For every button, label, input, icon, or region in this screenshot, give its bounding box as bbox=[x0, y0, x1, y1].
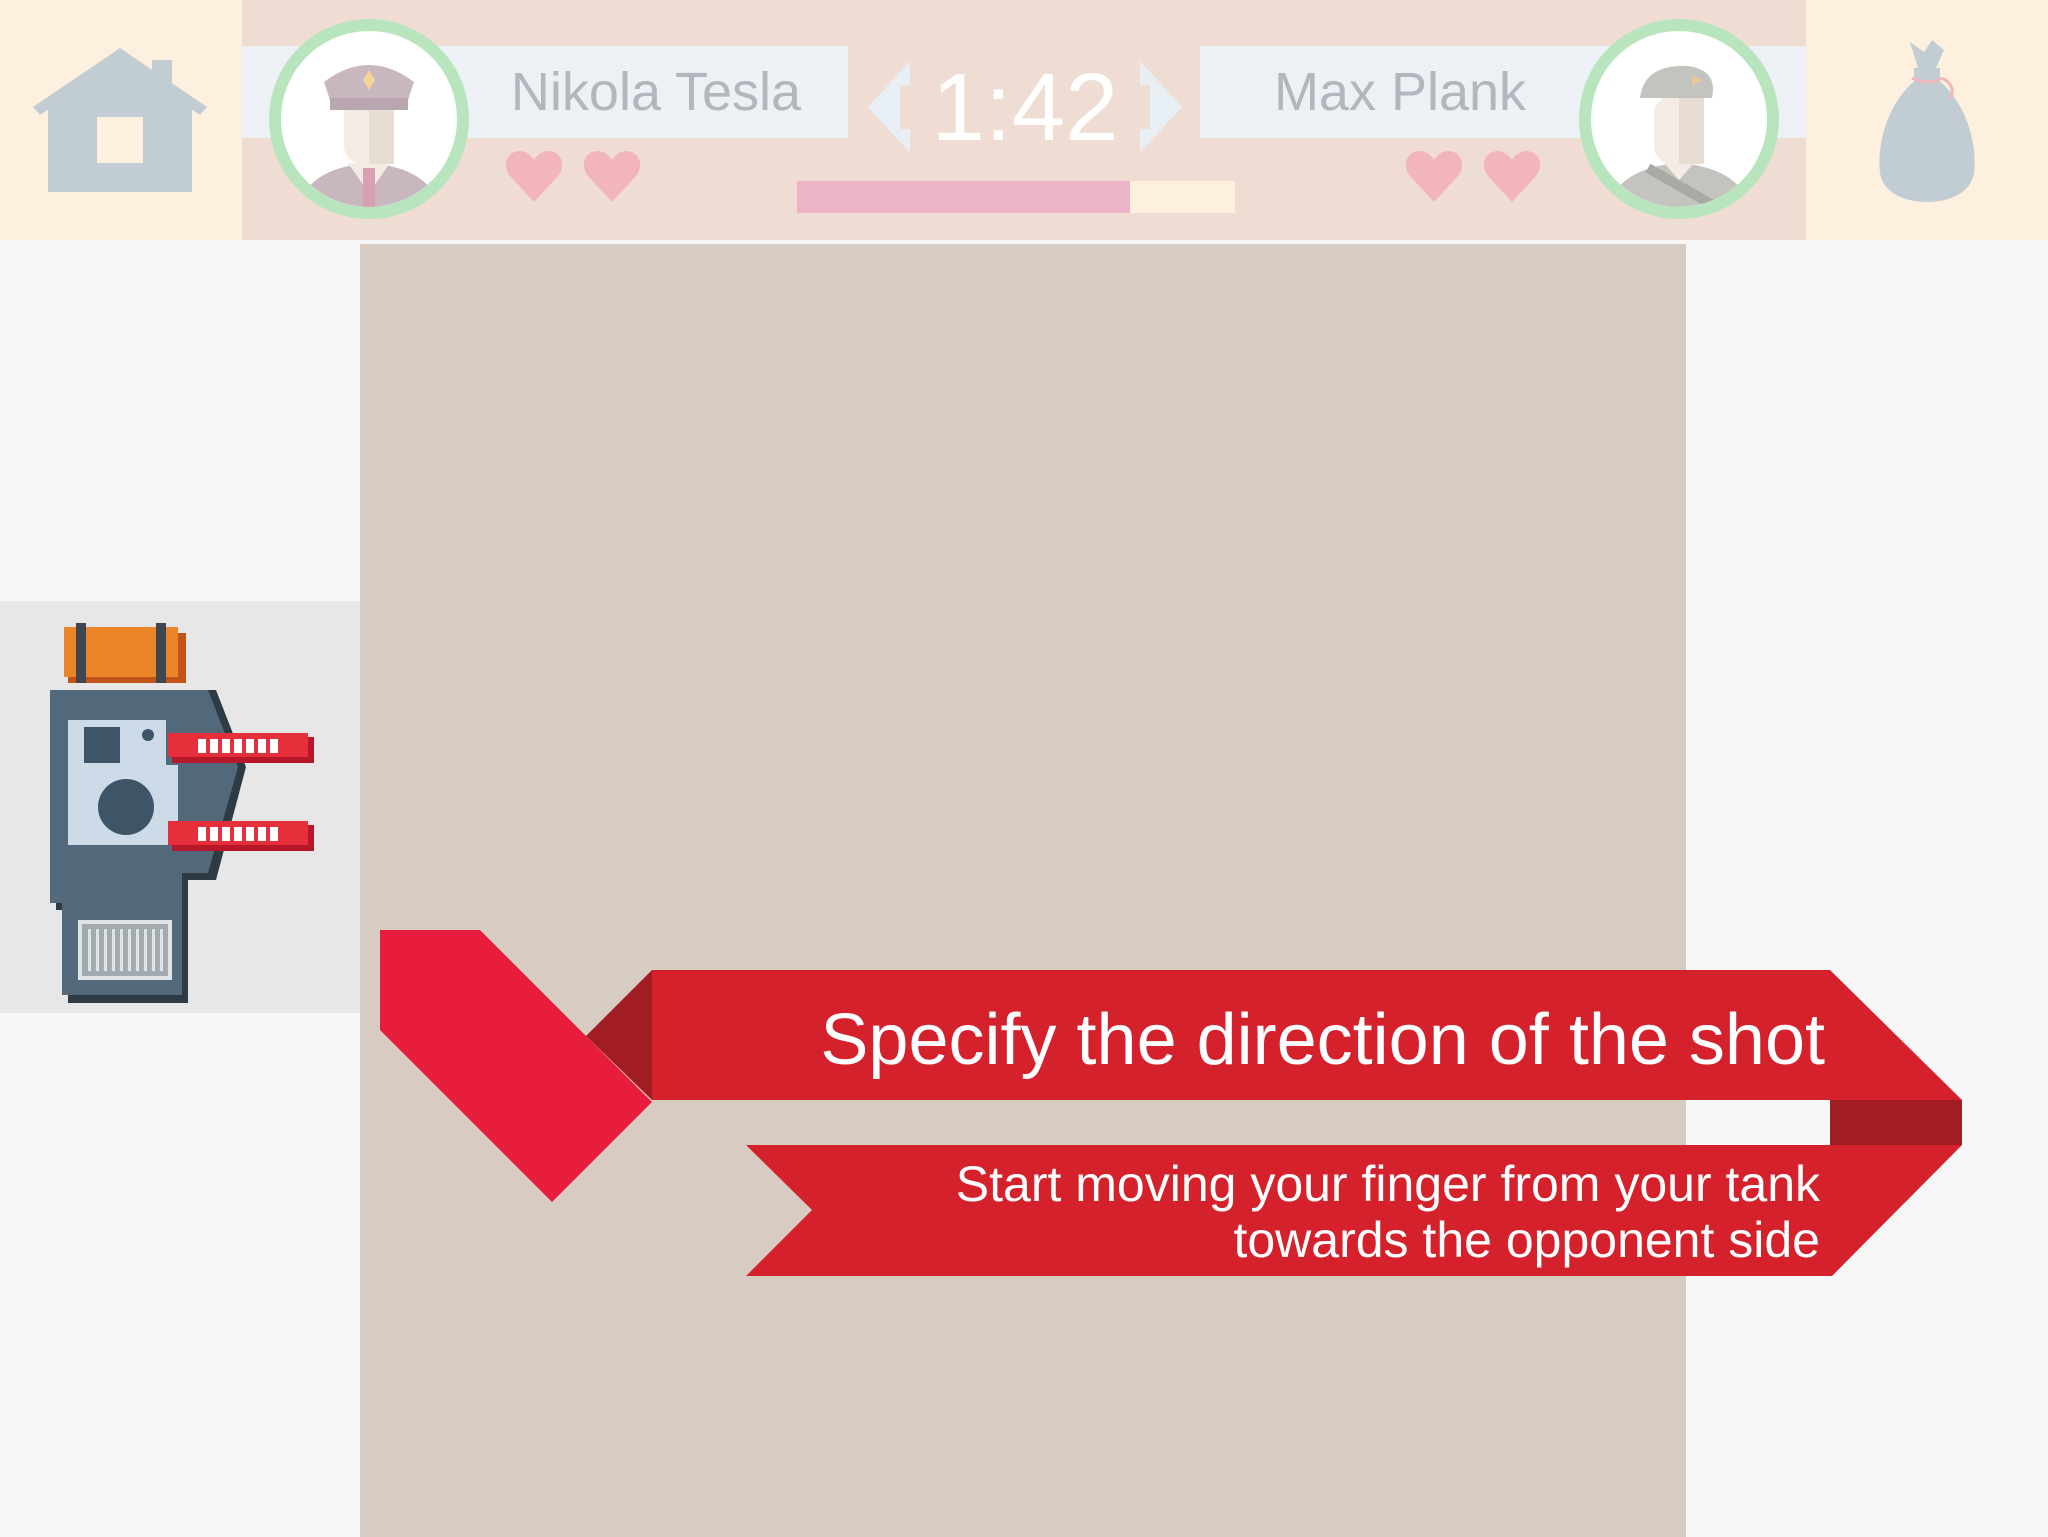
tutorial-ribbon bbox=[380, 930, 1962, 1276]
tutorial-hint-line-1: Start moving your finger from your tank bbox=[955, 1156, 1820, 1212]
tutorial-title: Specify the direction of the shot bbox=[820, 1000, 1825, 1080]
tutorial-hint-line-2: towards the opponent side bbox=[1233, 1212, 1820, 1268]
shot-direction-arrow bbox=[380, 930, 652, 1202]
